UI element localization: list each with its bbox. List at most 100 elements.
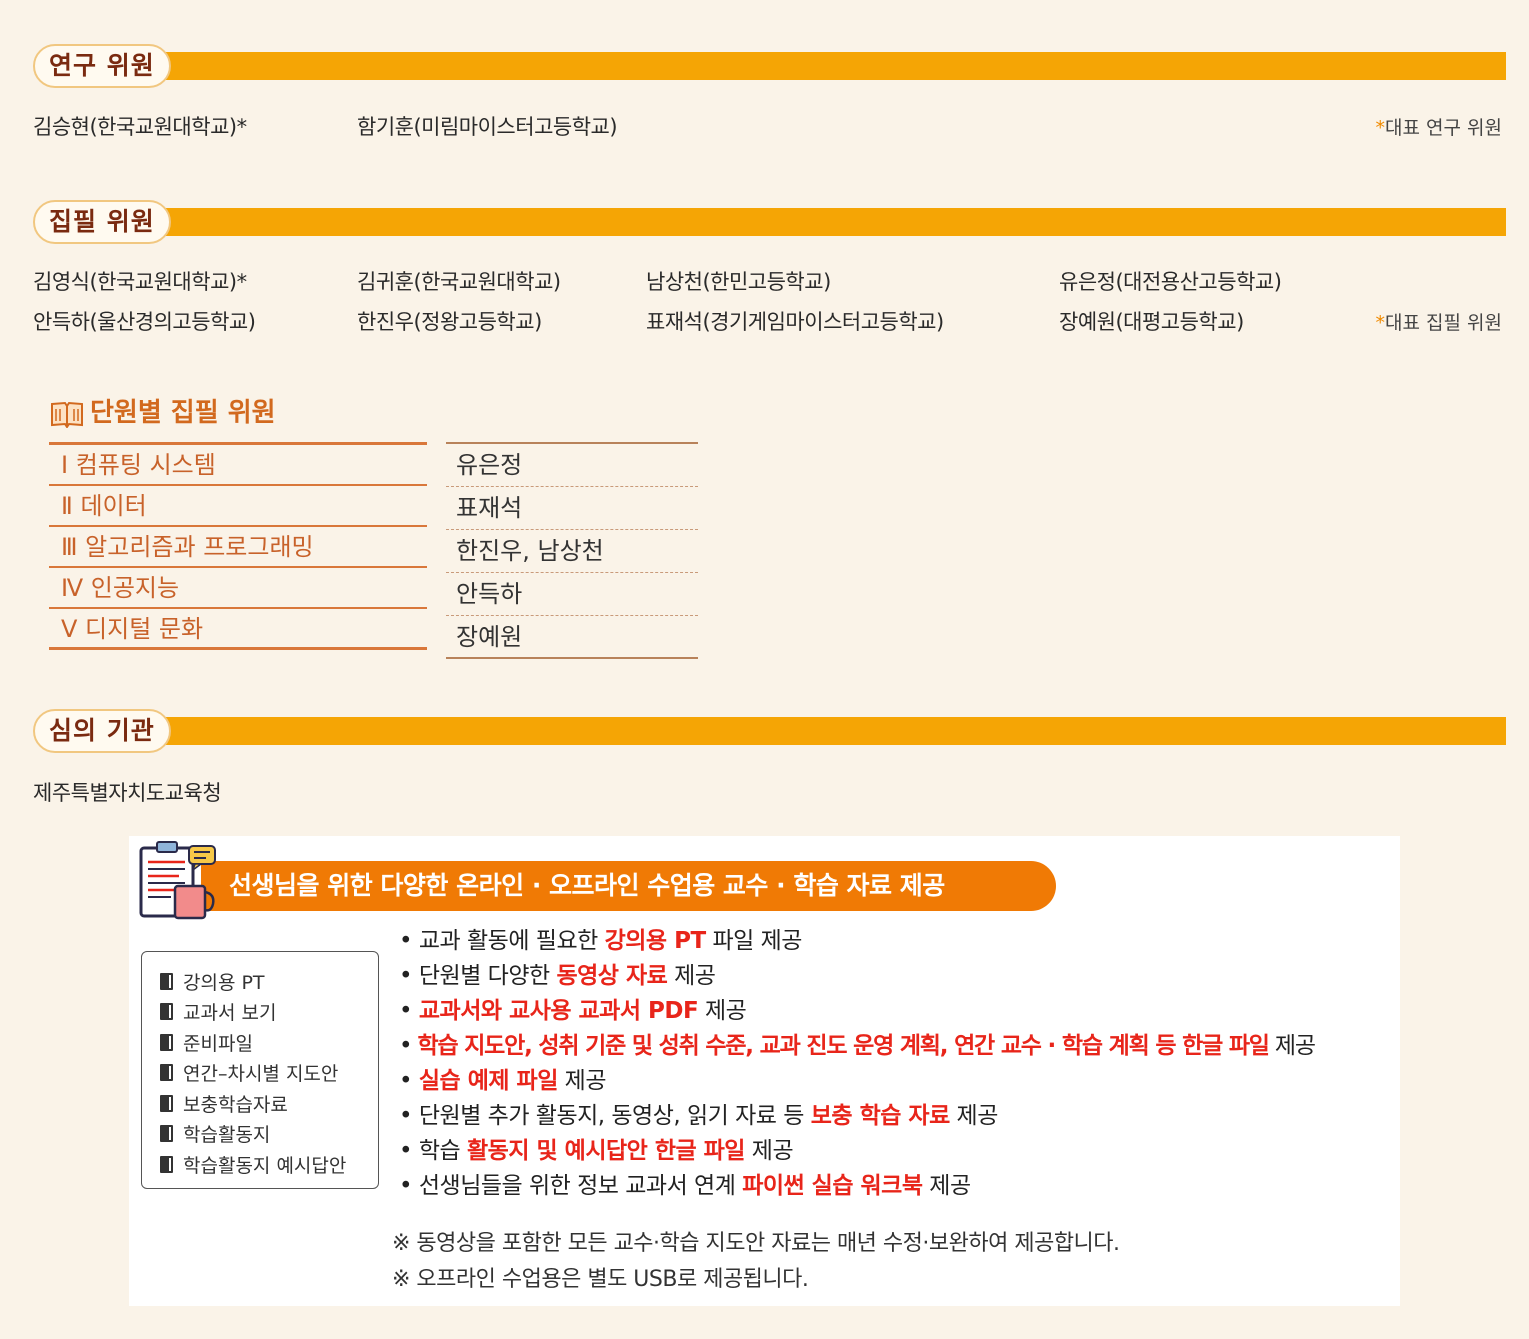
research-note: *대표 연구 위원 — [1376, 113, 1502, 140]
writing-member: 김귀훈(한국교원대학교) — [357, 270, 561, 294]
book-icon — [160, 1003, 173, 1021]
footnote: ※ 오프라인 수업용은 별도 USB로 제공됩니다. — [392, 1267, 809, 1292]
feature-highlight: 강의용 PT — [604, 928, 707, 954]
menu-item[interactable]: 준비파일 — [160, 1027, 378, 1058]
feature-highlight: 실습 예제 파일 — [418, 1068, 558, 1094]
writing-member: 김영식(한국교원대학교)* — [33, 270, 247, 294]
menu-item[interactable]: 보충학습자료 — [160, 1088, 378, 1119]
note-star: * — [1375, 117, 1386, 139]
feature-item: • 학습 지도안, 성취 기준 및 성취 수준, 교과 진도 운영 계획, 연간… — [399, 1029, 1316, 1064]
feature-text: 제공 — [1268, 1033, 1316, 1059]
research-section-header: 연구 위원 — [33, 44, 1506, 88]
feature-highlight: 동영상 자료 — [556, 963, 668, 989]
feature-item: • 교과 활동에 필요한 강의용 PT 파일 제공 — [399, 924, 1315, 959]
menu-item-label: 교과서 보기 — [183, 1002, 277, 1025]
feature-text: • — [399, 998, 419, 1024]
menu-item-label: 학습활동지 예시답안 — [183, 1154, 347, 1177]
menu-item-label: 준비파일 — [183, 1032, 253, 1055]
unit-name: Ⅱ 데이터 — [49, 486, 427, 527]
note-star: * — [1375, 312, 1386, 334]
menu-item-label: 학습활동지 — [183, 1124, 271, 1147]
menu-item[interactable]: 학습활동지 — [160, 1119, 378, 1150]
feature-item: • 실습 예제 파일 제공 — [399, 1064, 1315, 1099]
writing-member: 유은정(대전용산고등학교) — [1059, 270, 1282, 294]
feature-text: • 학습 — [399, 1138, 468, 1164]
writing-section-header: 집필 위원 — [33, 200, 1506, 244]
writing-member: 한진우(정왕고등학교) — [357, 310, 542, 334]
feature-text: 제공 — [557, 1068, 607, 1094]
book-icon — [160, 1125, 173, 1143]
footnote: ※ 동영상을 포함한 모든 교수·학습 지도안 자료는 매년 수정·보완하여 제… — [392, 1231, 1120, 1256]
section-bar — [133, 717, 1506, 745]
feature-list: • 교과 활동에 필요한 강의용 PT 파일 제공 • 단원별 다양한 동영상 … — [399, 924, 1316, 1204]
menu-item[interactable]: 학습활동지 예시답안 — [160, 1149, 378, 1180]
units-title: 단원별 집필 위원 — [90, 398, 276, 428]
book-icon — [160, 1033, 173, 1051]
writing-member: 남상천(한민고등학교) — [646, 270, 831, 294]
feature-text: 제공 — [922, 1173, 971, 1199]
menu-item[interactable]: 교과서 보기 — [160, 997, 378, 1028]
research-title: 연구 위원 — [33, 44, 171, 88]
research-member: 함기훈(미림마이스터고등학교) — [357, 115, 618, 139]
writing-member: 안득하(울산경의고등학교) — [33, 310, 256, 334]
feature-text: 제공 — [667, 963, 716, 989]
feature-text: • 단원별 다양한 — [399, 963, 557, 989]
review-org: 제주특별자치도교육청 — [33, 781, 222, 805]
unit-authors: 한진우, 남상천 — [446, 530, 698, 573]
feature-highlight: 파이썬 실습 워크북 — [742, 1173, 923, 1199]
feature-text: • — [399, 1068, 419, 1094]
feature-item: • 학습 활동지 및 예시답안 한글 파일 제공 — [399, 1134, 1315, 1169]
feature-highlight: 활동지 및 예시답안 한글 파일 — [467, 1138, 745, 1164]
feature-highlight: 학습 지도안, 성취 기준 및 성취 수준, 교과 진도 운영 계획, 연간 교… — [417, 1033, 1269, 1059]
writing-member: 장예원(대평고등학교) — [1059, 310, 1244, 334]
unit-name: Ⅲ 알고리즘과 프로그래밍 — [49, 527, 427, 568]
feature-highlight: 보충 학습 자료 — [810, 1103, 950, 1129]
section-bar — [133, 208, 1506, 236]
book-icon — [160, 1064, 173, 1082]
section-bar — [133, 52, 1506, 80]
book-icon — [160, 1094, 173, 1112]
unit-authors: 장예원 — [446, 616, 698, 659]
clipboard-mug-icon — [139, 841, 216, 920]
writing-note: *대표 집필 위원 — [1376, 308, 1502, 335]
book-icon — [160, 972, 173, 990]
menu-item-label: 연간–차시별 지도안 — [183, 1063, 339, 1086]
note-text: 대표 연구 위원 — [1385, 117, 1502, 139]
menu-item-label: 강의용 PT — [183, 971, 265, 994]
feature-text: • — [399, 1033, 418, 1059]
feature-highlight: 교과서와 교사용 교과서 PDF — [418, 998, 699, 1024]
materials-promo-box: 선생님을 위한 다양한 온라인 · 오프라인 수업용 교수 · 학습 자료 제공… — [129, 836, 1400, 1306]
review-title: 심의 기관 — [33, 709, 171, 753]
note-text: 대표 집필 위원 — [1385, 312, 1502, 334]
feature-item: • 선생님들을 위한 정보 교과서 연계 파이썬 실습 워크북 제공 — [399, 1169, 1315, 1204]
unit-name: Ⅰ 컴퓨팅 시스템 — [49, 445, 427, 486]
units-heading: 단원별 집필 위원 — [50, 392, 276, 429]
unit-name: Ⅴ 디지털 문화 — [49, 609, 427, 650]
feature-item: • 단원별 추가 활동지, 동영상, 읽기 자료 등 보충 학습 자료 제공 — [399, 1099, 1315, 1134]
book-icon — [51, 401, 83, 429]
menu-item[interactable]: 연간–차시별 지도안 — [160, 1058, 378, 1089]
research-member: 김승현(한국교원대학교)* — [33, 115, 247, 139]
feature-text: 파일 제공 — [705, 928, 802, 954]
unit-author-list: 유은정 표재석 한진우, 남상천 안득하 장예원 — [446, 442, 698, 659]
unit-authors: 표재석 — [446, 487, 698, 530]
unit-list: Ⅰ 컴퓨팅 시스템 Ⅱ 데이터 Ⅲ 알고리즘과 프로그래밍 Ⅳ 인공지능 Ⅴ 디… — [49, 442, 427, 650]
feature-text: 제공 — [744, 1138, 794, 1164]
materials-menu: 강의용 PT 교과서 보기 준비파일 연간–차시별 지도안 보충학습자료 학습활… — [141, 951, 379, 1189]
menu-item[interactable]: 강의용 PT — [160, 966, 378, 997]
book-icon — [160, 1155, 173, 1173]
feature-item: • 단원별 다양한 동영상 자료 제공 — [399, 959, 1315, 994]
promo-banner: 선생님을 위한 다양한 온라인 · 오프라인 수업용 교수 · 학습 자료 제공 — [201, 861, 1056, 911]
unit-name: Ⅳ 인공지능 — [49, 568, 427, 609]
menu-item-label: 보충학습자료 — [183, 1093, 288, 1116]
unit-authors: 안득하 — [446, 573, 698, 616]
feature-item: • 교과서와 교사용 교과서 PDF 제공 — [399, 994, 1315, 1029]
feature-text: • 선생님들을 위한 정보 교과서 연계 — [399, 1173, 743, 1199]
feature-text: 제공 — [698, 998, 747, 1024]
unit-authors: 유은정 — [446, 444, 698, 487]
feature-text: • 교과 활동에 필요한 — [399, 928, 605, 954]
feature-text: • 단원별 추가 활동지, 동영상, 읽기 자료 등 — [399, 1103, 811, 1129]
review-section-header: 심의 기관 — [33, 709, 1506, 753]
feature-text: 제공 — [949, 1103, 999, 1129]
writing-member: 표재석(경기게임마이스터고등학교) — [646, 310, 944, 334]
